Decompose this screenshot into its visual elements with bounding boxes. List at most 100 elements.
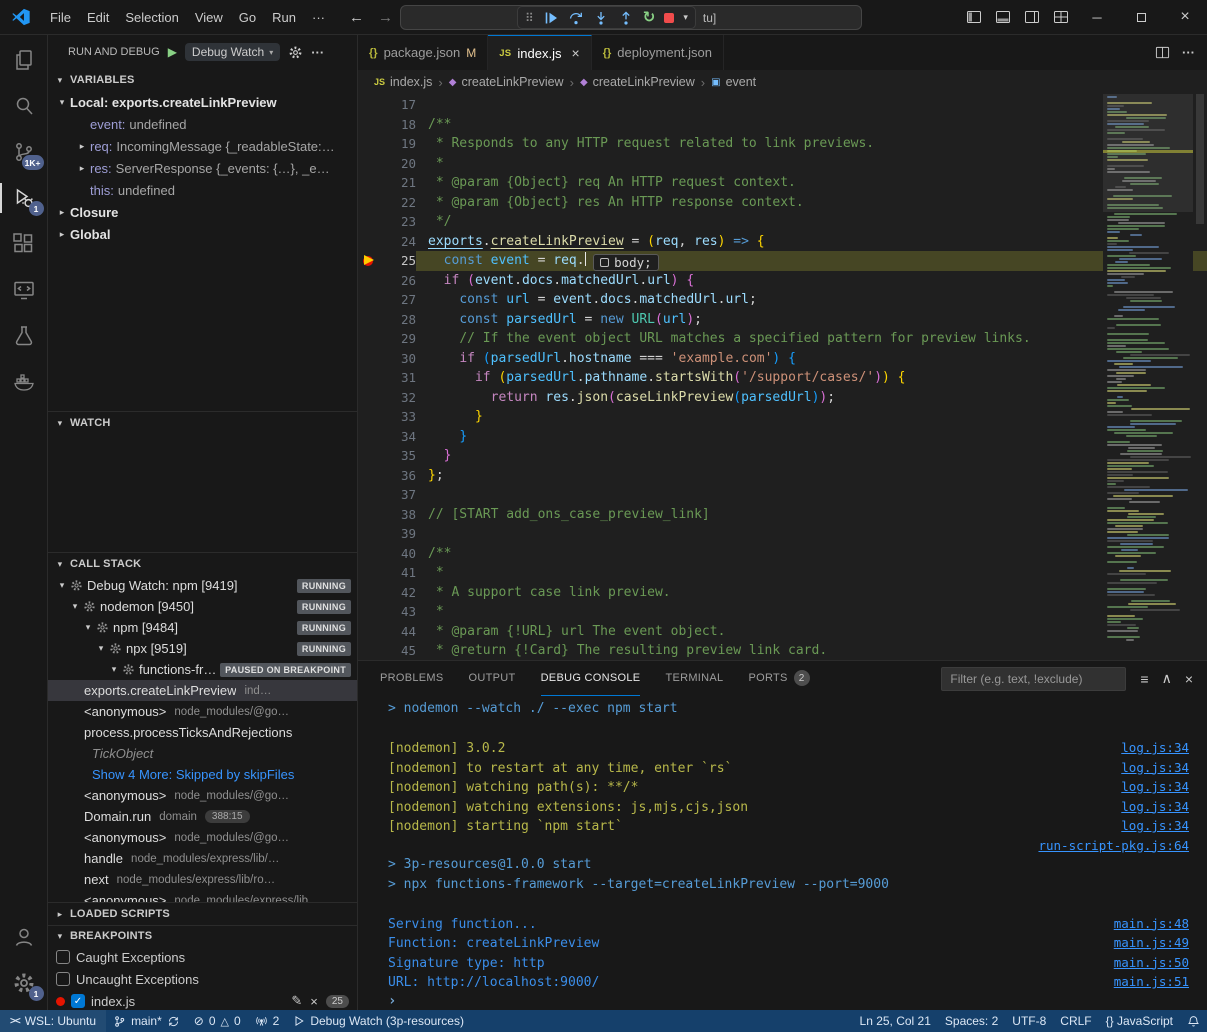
variable-row[interactable]: ▸Closure bbox=[48, 201, 357, 223]
activity-testing[interactable] bbox=[0, 313, 48, 359]
console-input-row[interactable]: › bbox=[358, 992, 1207, 1011]
panel-tab-ports[interactable]: PORTS2 bbox=[748, 661, 809, 696]
variables-header[interactable]: ▾ VARIABLES bbox=[48, 69, 357, 91]
forward-button[interactable]: → bbox=[378, 9, 393, 26]
customize-layout-icon[interactable] bbox=[1046, 0, 1075, 34]
code-line[interactable]: 18/** bbox=[358, 115, 1207, 135]
gutter-glyph-margin[interactable] bbox=[358, 173, 380, 193]
activity-source-control[interactable]: 1K+ bbox=[0, 129, 48, 175]
breakpoints-header[interactable]: ▾ BREAKPOINTS bbox=[48, 926, 357, 946]
source-link[interactable]: log.js:34 bbox=[1121, 777, 1189, 797]
call-stack-frame[interactable]: Domain.rundomain388:15 bbox=[48, 806, 357, 827]
variable-row[interactable]: ▾Local: exports.createLinkPreview bbox=[48, 91, 357, 113]
gutter-glyph-margin[interactable] bbox=[358, 115, 380, 135]
code-line[interactable]: 34 } bbox=[358, 427, 1207, 447]
variable-row[interactable]: ▸req:IncomingMessage {_readableState:… bbox=[48, 135, 357, 157]
source-link[interactable]: main.js:48 bbox=[1114, 914, 1189, 934]
step-over-button[interactable] bbox=[568, 10, 584, 26]
call-stack-session[interactable]: ▾npm [9484]RUNNING bbox=[48, 617, 357, 638]
gutter-glyph-margin[interactable] bbox=[358, 505, 380, 525]
chevron-right-icon[interactable]: ▸ bbox=[74, 141, 90, 152]
code-line[interactable]: 38// [START add_ons_case_preview_link] bbox=[358, 505, 1207, 525]
gutter-glyph-margin[interactable] bbox=[358, 524, 380, 544]
code-line[interactable]: 29 // If the event object URL matches a … bbox=[358, 329, 1207, 349]
step-into-button[interactable] bbox=[593, 10, 609, 26]
close-tab-icon[interactable]: × bbox=[572, 45, 580, 61]
breakpoint-checkbox[interactable]: ✓ bbox=[71, 994, 85, 1008]
code-line[interactable]: 33 } bbox=[358, 407, 1207, 427]
code-line[interactable]: 28 const parsedUrl = new URL(url); bbox=[358, 310, 1207, 330]
call-stack-frame[interactable]: <anonymous>node_modules/express/lib… bbox=[48, 890, 357, 902]
status-remote-indicator[interactable]: ><WSL: Ubuntu bbox=[0, 1010, 106, 1032]
source-link[interactable]: log.js:34 bbox=[1121, 738, 1189, 758]
continue-button[interactable] bbox=[543, 10, 559, 26]
chevron-down-icon[interactable]: ▾ bbox=[93, 643, 109, 654]
gutter-glyph-margin[interactable] bbox=[358, 544, 380, 564]
panel-tab-problems[interactable]: PROBLEMS bbox=[380, 661, 444, 696]
gutter-glyph-margin[interactable] bbox=[358, 485, 380, 505]
inline-suggestion[interactable]: body; bbox=[593, 254, 659, 271]
step-out-button[interactable] bbox=[618, 10, 634, 26]
source-link[interactable]: main.js:49 bbox=[1114, 933, 1189, 953]
activity-search[interactable] bbox=[0, 83, 48, 129]
breakpoint-row[interactable]: Uncaught Exceptions bbox=[48, 968, 357, 990]
code-line[interactable]: 25 const event = req.body; bbox=[358, 251, 1207, 271]
scrollbar-thumb[interactable] bbox=[1196, 94, 1204, 224]
gutter-glyph-margin[interactable] bbox=[358, 232, 380, 252]
chevron-right-icon[interactable]: ▸ bbox=[74, 163, 90, 174]
gutter-glyph-margin[interactable] bbox=[358, 349, 380, 369]
activity-extensions[interactable] bbox=[0, 221, 48, 267]
source-link[interactable]: log.js:34 bbox=[1121, 797, 1189, 817]
menu-edit[interactable]: Edit bbox=[79, 7, 117, 28]
call-stack-frame[interactable]: process.processTicksAndRejections bbox=[48, 722, 357, 743]
call-stack-frame[interactable]: exports.createLinkPreviewind… bbox=[48, 680, 357, 701]
code-line[interactable]: 22 * @param {Object} res An HTTP respons… bbox=[358, 193, 1207, 213]
panel-tab-terminal[interactable]: TERMINAL bbox=[665, 661, 723, 696]
chevron-right-icon[interactable]: ▸ bbox=[54, 229, 70, 240]
status-git-branch[interactable]: main* bbox=[106, 1010, 187, 1032]
editor-more-actions-icon[interactable]: ··· bbox=[1182, 45, 1195, 60]
drag-grip-icon[interactable]: ⠿ bbox=[525, 12, 534, 24]
call-stack-frame[interactable]: <anonymous>node_modules/@go… bbox=[48, 785, 357, 806]
console-filter-input[interactable] bbox=[941, 667, 1126, 691]
activity-settings[interactable]: 1 bbox=[0, 960, 48, 1006]
activity-docker[interactable] bbox=[0, 359, 48, 405]
call-stack-session[interactable]: ▾nodemon [9450]RUNNING bbox=[48, 596, 357, 617]
minimap-slider[interactable] bbox=[1103, 94, 1193, 212]
call-stack-session[interactable]: ▾Debug Watch: npm [9419]RUNNING bbox=[48, 575, 357, 596]
gutter-glyph-margin[interactable] bbox=[358, 154, 380, 174]
status-indentation[interactable]: Spaces: 2 bbox=[938, 1010, 1005, 1032]
debug-config-dropdown[interactable]: Debug Watch ▾ bbox=[185, 43, 280, 61]
source-link[interactable]: log.js:34 bbox=[1121, 816, 1189, 836]
call-stack-session[interactable]: ▾functions-fra…PAUSED ON BREAKPOINT bbox=[48, 659, 357, 680]
status-eol[interactable]: CRLF bbox=[1053, 1010, 1098, 1032]
call-stack-frame[interactable]: handlenode_modules/express/lib/… bbox=[48, 848, 357, 869]
activity-explorer[interactable] bbox=[0, 37, 48, 83]
menu-run[interactable]: Run bbox=[264, 7, 304, 28]
maximize-panel-icon[interactable]: ∧ bbox=[1162, 670, 1172, 687]
gutter-glyph-margin[interactable] bbox=[358, 427, 380, 447]
code-line[interactable]: 19 * Responds to any HTTP request relate… bbox=[358, 134, 1207, 154]
source-link[interactable]: main.js:50 bbox=[1114, 953, 1189, 973]
status-language-mode[interactable]: {} JavaScript bbox=[1099, 1010, 1180, 1032]
loaded-scripts-header[interactable]: ▸ LOADED SCRIPTS bbox=[48, 903, 357, 925]
gutter-glyph-margin[interactable] bbox=[358, 310, 380, 330]
tab-package-json[interactable]: {}package.jsonM bbox=[358, 35, 488, 70]
remove-breakpoint-icon[interactable]: × bbox=[310, 994, 318, 1009]
panel-tab-output[interactable]: OUTPUT bbox=[469, 661, 516, 696]
code-line[interactable]: 35 } bbox=[358, 446, 1207, 466]
minimap[interactable] bbox=[1103, 94, 1193, 660]
source-link[interactable]: log.js:34 bbox=[1121, 758, 1189, 778]
gutter-glyph-margin[interactable] bbox=[358, 193, 380, 213]
gutter-glyph-margin[interactable] bbox=[358, 446, 380, 466]
code-line[interactable]: 39 bbox=[358, 524, 1207, 544]
breadcrumb-item-createLinkPreview[interactable]: ◆createLinkPreview bbox=[580, 75, 695, 89]
chevron-down-icon[interactable]: ▾ bbox=[67, 601, 83, 612]
minimize-button[interactable]: ─ bbox=[1075, 0, 1119, 34]
edit-breakpoint-icon[interactable]: ✎ bbox=[291, 993, 302, 1009]
code-line[interactable]: 24exports.createLinkPreview = (req, res)… bbox=[358, 232, 1207, 252]
variable-row[interactable]: ▸res:ServerResponse {_events: {…}, _e… bbox=[48, 157, 357, 179]
close-button[interactable]: × bbox=[1163, 0, 1207, 34]
gutter-glyph-margin[interactable] bbox=[358, 466, 380, 486]
status-notifications[interactable] bbox=[1180, 1010, 1207, 1032]
